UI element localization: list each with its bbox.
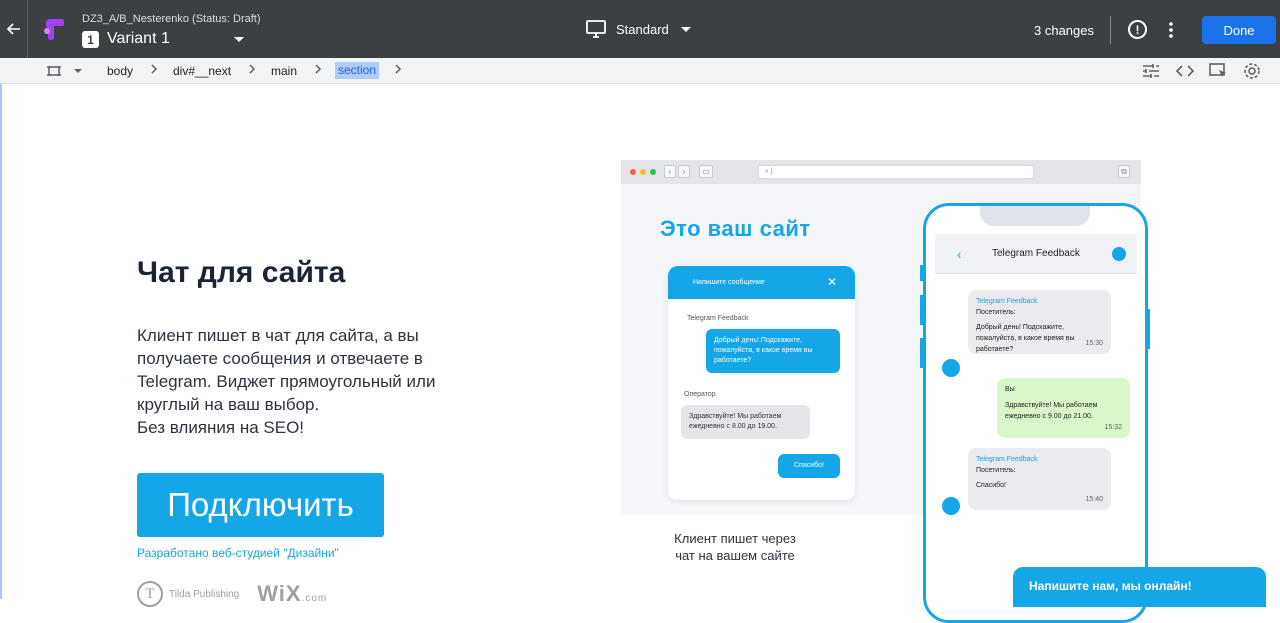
breadcrumb-div-next[interactable]: div#__next <box>173 64 231 78</box>
description-line: Telegram. Виджет прямоугольный или <box>137 372 436 391</box>
page-description: Клиент пишет в чат для сайта, а вы получ… <box>137 324 477 439</box>
caption-line: чат на вашем сайте <box>675 548 795 563</box>
chevron-down-icon[interactable] <box>74 69 82 73</box>
phone-mock: ‹ Telegram Feedback Telegram Feedback По… <box>923 203 1148 623</box>
chevron-left-icon: ‹ <box>957 247 962 262</box>
toolbar-divider <box>1110 16 1111 44</box>
variant-number-badge: 1 <box>82 31 99 48</box>
minimize-dot <box>640 169 646 175</box>
telegram-avatar-icon <box>942 497 960 515</box>
optimize-logo-icon <box>44 19 64 40</box>
variant-name[interactable]: Variant 1 <box>107 30 170 48</box>
chevron-right-icon <box>151 64 158 74</box>
address-bar: ⌕ | <box>758 165 1034 179</box>
tune-icon[interactable] <box>1141 62 1161 80</box>
wix-logo: WiX.com <box>257 581 327 607</box>
message-text: Спасибо! <box>976 482 1006 489</box>
illustration-title: Это ваш сайт <box>660 216 811 241</box>
maximize-dot <box>650 169 656 175</box>
widget-sender: Telegram Feedback <box>687 315 749 322</box>
description-line: круглый на ваш выбор. <box>137 395 320 414</box>
message-time: 15:30 <box>1085 340 1103 347</box>
page-preview: Чат для сайта Клиент пишет в чат для сай… <box>0 84 1280 623</box>
experiment-name: DZ3_A/B_Nesterenko (Status: Draft) <box>82 13 261 25</box>
variant-dropdown-icon[interactable] <box>234 37 244 42</box>
wix-label: WiX <box>257 581 302 606</box>
done-button[interactable]: Done <box>1202 16 1276 44</box>
description-line: получаете сообщения и отвечаете в <box>137 349 423 368</box>
browser-chrome: ‹ › ▭ ⌕ | ⧉ <box>621 160 1141 184</box>
telegram-avatar-icon <box>942 359 960 377</box>
close-icon: ✕ <box>826 275 837 289</box>
close-dot <box>630 169 636 175</box>
page-title: Чат для сайта <box>137 256 346 289</box>
element-breadcrumb-bar: body div#__next main section <box>0 58 1280 84</box>
widget-header: Напишите сообщение ✕ <box>668 266 855 299</box>
chevron-left-icon: ‹ <box>664 165 676 178</box>
widget-header-title: Напишите сообщение <box>693 279 765 286</box>
tabs-icon: ⧉ <box>1118 165 1130 178</box>
message-sender: Telegram Feedback <box>976 298 1038 305</box>
widget-message: Добрый день! Подскажите, пожалуйста, в к… <box>706 329 840 373</box>
device-selector[interactable]: Standard <box>586 20 691 38</box>
connect-button[interactable]: Подключить <box>137 473 384 537</box>
message-label: Посетитель: <box>976 309 1016 316</box>
element-select-icon[interactable] <box>46 64 62 78</box>
tilda-label: Tilda Publishing <box>169 588 240 600</box>
widget-message: Здравствуйте! Мы работаем ежедневно с 8.… <box>681 405 810 439</box>
widget-message: Спасибо! <box>778 454 840 478</box>
settings-gear-icon[interactable] <box>1242 62 1262 80</box>
message-text: Добрый день! Подскажите, пожалуйста, в к… <box>976 324 1075 353</box>
tilda-icon: T <box>137 581 163 607</box>
platform-logos: T Tilda Publishing WiX.com <box>137 581 327 607</box>
device-label: Standard <box>616 21 669 37</box>
sidebar-icon: ▭ <box>699 165 713 178</box>
illustration-caption: Клиент пишет через чат на вашем сайте <box>621 530 849 564</box>
phone-chat-name: Telegram Feedback <box>992 248 1080 259</box>
message-sender: Telegram Feedback <box>976 456 1038 463</box>
description-line: Без влияния на SEO! <box>137 418 305 437</box>
chevron-right-icon: › <box>678 165 690 178</box>
breadcrumb-body[interactable]: body <box>107 64 133 78</box>
description-line: Клиент пишет в чат для сайта, а вы <box>137 326 419 345</box>
select-element-icon[interactable] <box>1208 62 1228 80</box>
breadcrumb-main[interactable]: main <box>271 64 297 78</box>
studio-credit-link[interactable]: Разработано веб-студией "Дизайни" <box>137 546 339 560</box>
code-icon[interactable] <box>1175 62 1195 80</box>
breadcrumb-section[interactable]: section <box>335 62 380 79</box>
changes-count[interactable]: 3 changes <box>1034 23 1094 38</box>
message-text: Здравствуйте! Мы работаем ежедневно с 9.… <box>1005 402 1098 420</box>
chevron-right-icon <box>249 64 256 74</box>
chat-widget-mock: Напишите сообщение ✕ Telegram Feedback Д… <box>668 266 855 500</box>
phone-message: Telegram Feedback Посетитель: Спасибо! 1… <box>968 448 1111 510</box>
back-button[interactable] <box>0 0 28 58</box>
desktop-icon <box>586 20 606 38</box>
widget-sender: Оператор <box>684 391 716 398</box>
chevron-down-icon <box>680 26 691 32</box>
message-sender: Вы <box>1005 386 1015 393</box>
more-vert-icon[interactable] <box>1164 20 1178 40</box>
phone-message: Вы Здравствуйте! Мы работаем ежедневно с… <box>997 378 1130 438</box>
chevron-right-icon <box>315 64 322 74</box>
phone-notch <box>980 206 1090 226</box>
message-label: Посетитель: <box>976 467 1016 474</box>
telegram-icon <box>1112 247 1126 261</box>
phone-chat-header: ‹ Telegram Feedback <box>935 234 1137 274</box>
message-time: 15:40 <box>1085 496 1103 503</box>
editor-toolbar: DZ3_A/B_Nesterenko (Status: Draft) 1 Var… <box>0 0 1280 58</box>
phone-message: Telegram Feedback Посетитель: Добрый ден… <box>968 290 1111 354</box>
live-chat-launcher[interactable]: Напишите нам, мы онлайн! <box>1013 567 1266 607</box>
info-icon[interactable]: ! <box>1128 20 1147 39</box>
tilda-logo: T Tilda Publishing <box>137 581 239 607</box>
arrow-left-icon <box>6 23 20 35</box>
message-time: 15:32 <box>1104 424 1122 431</box>
caption-line: Клиент пишет через <box>674 531 796 546</box>
chevron-right-icon[interactable] <box>394 63 402 75</box>
